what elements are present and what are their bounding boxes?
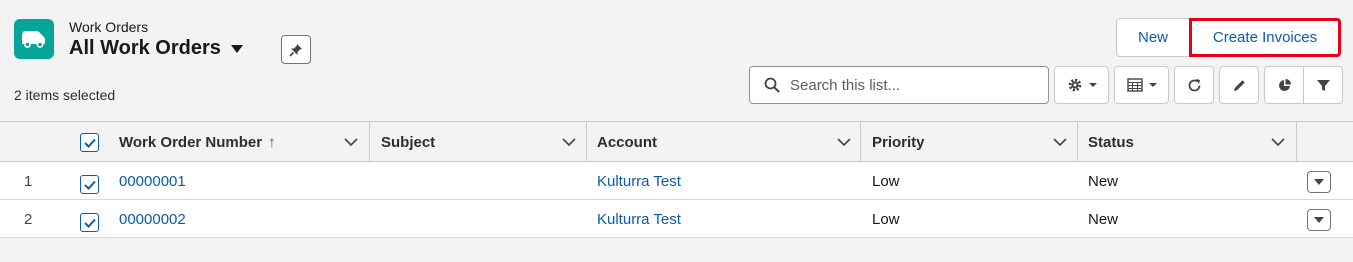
work-order-object-icon: [14, 19, 54, 59]
account-link[interactable]: Kulturra Test: [597, 200, 681, 238]
chevron-down-icon: [1148, 83, 1157, 87]
row-actions-button[interactable]: [1307, 209, 1331, 231]
row-number: 2: [24, 210, 33, 228]
object-type-label: Work Orders: [69, 19, 149, 35]
column-header-priority[interactable]: Priority: [872, 122, 925, 162]
row-checkbox[interactable]: [80, 213, 99, 232]
chevron-down-icon[interactable]: [837, 137, 851, 147]
row-number: 1: [24, 172, 33, 190]
status-cell: New: [1088, 172, 1119, 190]
chevron-down-icon[interactable]: [1053, 137, 1067, 147]
search-icon: [764, 77, 780, 93]
filter-icon: [1316, 79, 1330, 91]
chevron-down-icon[interactable]: [344, 137, 358, 147]
caret-down-icon: [1314, 217, 1324, 223]
search-list-input[interactable]: Search this list...: [749, 66, 1049, 104]
gear-icon: [1068, 78, 1081, 92]
new-button[interactable]: New: [1116, 18, 1190, 57]
van-icon: [22, 31, 45, 48]
pie-chart-icon: [1278, 78, 1291, 91]
priority-cell: Low: [872, 172, 900, 190]
column-label: Subject: [381, 133, 436, 151]
create-invoices-button[interactable]: Create Invoices: [1189, 18, 1341, 57]
checkmark-icon: [83, 180, 96, 190]
table-row[interactable]: 1 00000001 Kulturra Test Low New: [0, 162, 1353, 200]
pencil-icon: [1233, 79, 1245, 91]
column-label: Account: [597, 133, 657, 151]
list-view-selector[interactable]: All Work Orders: [69, 37, 243, 60]
work-orders-table: Work Order Number ↑ Subject Account Prio…: [0, 121, 1353, 238]
column-label: Priority: [872, 133, 925, 151]
column-header-status[interactable]: Status: [1088, 122, 1134, 162]
checkmark-icon: [83, 138, 96, 148]
sort-arrow-up-icon[interactable]: ↑: [268, 134, 276, 151]
table-header: Work Order Number ↑ Subject Account Prio…: [0, 121, 1353, 162]
table-icon: [1126, 78, 1143, 92]
inline-edit-button[interactable]: [1219, 66, 1259, 104]
row-actions-button[interactable]: [1307, 171, 1331, 193]
selected-items-count: 2 items selected: [14, 87, 116, 103]
table-row[interactable]: 2 00000002 Kulturra Test Low New: [0, 200, 1353, 238]
work-order-number-link[interactable]: 00000002: [119, 200, 186, 238]
pin-list-button[interactable]: [281, 35, 311, 64]
caret-down-icon: [1314, 179, 1324, 185]
header-actions: New Create Invoices: [1116, 18, 1341, 57]
pin-icon: [289, 43, 302, 57]
column-header-subject[interactable]: Subject: [381, 122, 435, 162]
show-charts-button[interactable]: [1264, 66, 1304, 104]
column-label: Status: [1088, 133, 1134, 151]
account-link[interactable]: Kulturra Test: [597, 162, 681, 200]
chevron-down-icon[interactable]: [1271, 137, 1285, 147]
list-title: All Work Orders: [69, 37, 221, 59]
status-cell: New: [1088, 210, 1119, 228]
column-label: Work Order Number: [119, 133, 263, 151]
refresh-button[interactable]: [1174, 66, 1214, 104]
work-order-number-link[interactable]: 00000001: [119, 162, 186, 200]
select-all-checkbox[interactable]: [80, 133, 99, 152]
column-header-account[interactable]: Account: [597, 122, 657, 162]
display-as-button[interactable]: [1114, 66, 1169, 104]
chevron-down-icon: [1088, 83, 1097, 87]
list-view-controls-button[interactable]: [1054, 66, 1109, 104]
chevron-down-icon[interactable]: [562, 137, 576, 147]
column-header-work-order-number[interactable]: Work Order Number ↑: [119, 122, 276, 162]
search-placeholder: Search this list...: [790, 76, 901, 94]
row-checkbox[interactable]: [80, 175, 99, 194]
priority-cell: Low: [872, 210, 900, 228]
filter-button[interactable]: [1303, 66, 1343, 104]
caret-down-icon[interactable]: [230, 44, 243, 53]
refresh-icon: [1188, 78, 1200, 91]
checkmark-icon: [83, 218, 96, 228]
